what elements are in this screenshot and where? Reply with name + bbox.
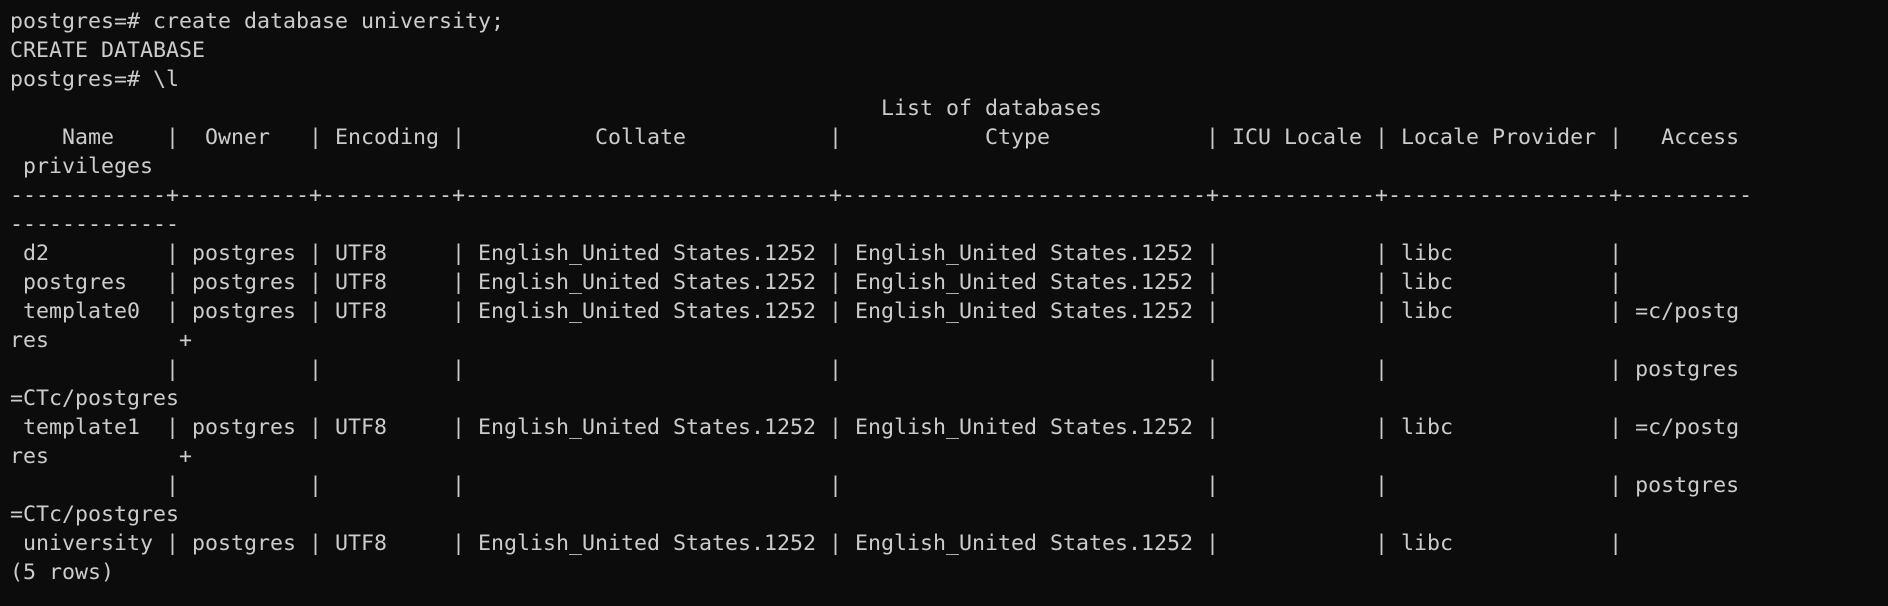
table-header: privileges bbox=[10, 154, 154, 179]
table-separator: ------------- bbox=[10, 212, 180, 237]
table-row: d2 | postgres | UTF8 | English_United St… bbox=[10, 241, 1623, 266]
output-line: CREATE DATABASE bbox=[10, 38, 206, 63]
table-row: =CTc/postgres bbox=[10, 502, 180, 527]
table-separator: ------------+----------+----------+-----… bbox=[10, 183, 1753, 208]
command-line: postgres=# \l bbox=[10, 67, 180, 92]
row-count: (5 rows) bbox=[10, 560, 115, 585]
table-header: Name | Owner | Encoding | Collate | Ctyp… bbox=[10, 125, 1740, 150]
table-row: res + bbox=[10, 328, 193, 353]
table-row: postgres | postgres | UTF8 | English_Uni… bbox=[10, 270, 1623, 295]
table-row: | | | | | | | postgres bbox=[10, 473, 1740, 498]
table-row: =CTc/postgres bbox=[10, 386, 180, 411]
command-line: postgres=# create database university; bbox=[10, 9, 505, 34]
table-row: | | | | | | | postgres bbox=[10, 357, 1740, 382]
table-row: university | postgres | UTF8 | English_U… bbox=[10, 531, 1623, 556]
table-title: List of databases bbox=[10, 96, 1103, 121]
table-row: template1 | postgres | UTF8 | English_Un… bbox=[10, 415, 1740, 440]
table-row: template0 | postgres | UTF8 | English_Un… bbox=[10, 299, 1740, 324]
table-row: res + bbox=[10, 444, 193, 469]
terminal-output[interactable]: postgres=# create database university; C… bbox=[0, 0, 1888, 606]
